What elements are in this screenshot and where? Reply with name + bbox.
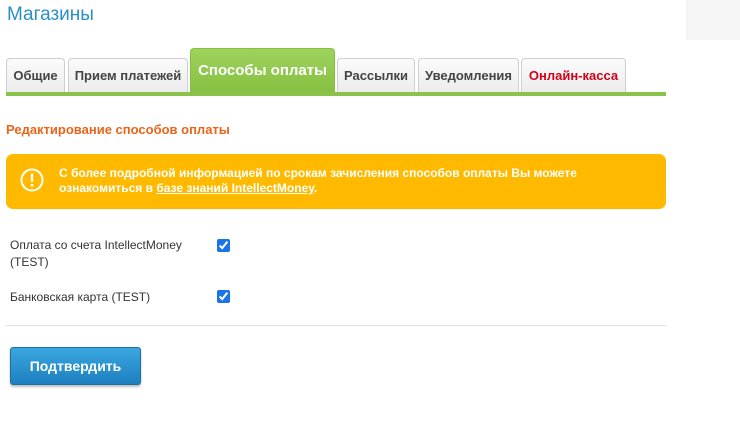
page-title: Магазины xyxy=(7,4,94,25)
knowledge-base-link[interactable]: базе знаний IntellectMoney xyxy=(156,181,314,195)
divider xyxy=(6,325,666,326)
tab-payment-methods[interactable]: Способы оплаты xyxy=(190,48,335,92)
tab-bar: Общие Прием платежей Способы оплаты Расс… xyxy=(6,48,666,96)
payment-method-checkbox-intellectmoney[interactable] xyxy=(217,239,230,252)
payment-method-label-intellectmoney: Оплата со счета IntellectMoney (TEST) xyxy=(10,238,182,269)
tab-payment-acceptance[interactable]: Прием платежей xyxy=(68,58,188,92)
payment-method-label-bank-card: Банковская карта (TEST) xyxy=(10,290,151,304)
header-side-panel xyxy=(686,0,740,40)
section-title: Редактирование способов оплаты xyxy=(6,122,230,137)
alert-text-after: . xyxy=(314,181,318,195)
tab-general[interactable]: Общие xyxy=(6,58,65,92)
tab-notifications[interactable]: Уведомления xyxy=(418,58,519,92)
exclamation-circle-icon xyxy=(20,168,44,192)
alert-text-before: С более подробной информацией по срокам … xyxy=(59,166,577,195)
confirm-button[interactable]: Подтвердить xyxy=(10,347,141,385)
tab-online-cashbox[interactable]: Онлайн-касса xyxy=(521,58,626,92)
tab-mailings[interactable]: Рассылки xyxy=(337,58,415,92)
payment-method-checkbox-bank-card[interactable] xyxy=(217,290,230,303)
info-alert: С более подробной информацией по срокам … xyxy=(6,154,666,209)
alert-text: С более подробной информацией по срокам … xyxy=(59,166,639,196)
